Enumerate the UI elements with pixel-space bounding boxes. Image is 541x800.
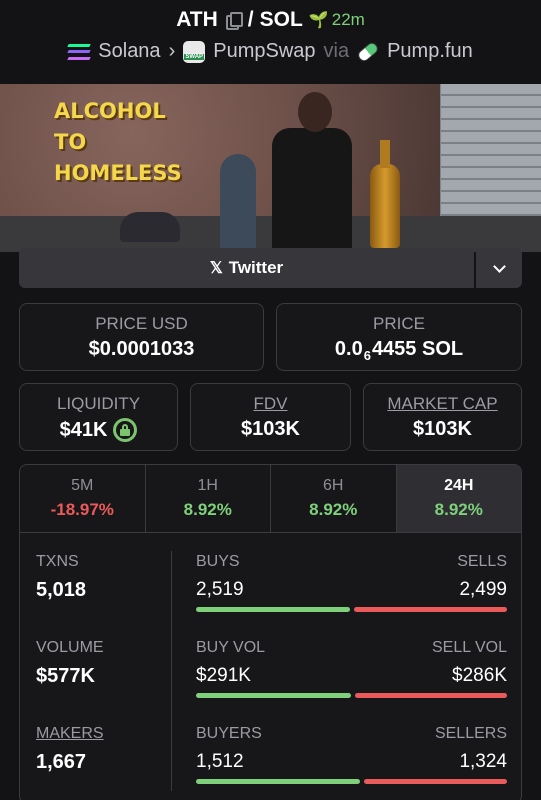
pair-header: ATH / SOL 🌱 22m Solana › PumpSwap via Pu… [0,0,541,82]
market-cap-label[interactable]: MARKET CAP [364,394,521,414]
buy-vol-value: $291K [196,665,251,686]
liquidity-value-row: $41K [20,418,177,442]
links-dropdown-button[interactable] [476,248,522,288]
banner-person-back [220,154,256,252]
sells-bar-fill [354,607,507,612]
price-native-label: PRICE [373,314,425,333]
price-native-value: 0.064455 SOL [277,338,521,363]
sellers-label: SELLERS [434,725,507,742]
tab-5m[interactable]: 5M -18.97% [20,465,146,532]
solana-icon [67,43,91,60]
volume-ratio-bar [196,693,507,698]
buyers-label: BUYERS [196,725,262,742]
sells-value: 2,499 [459,579,507,600]
lock-icon[interactable] [113,418,138,442]
price-usd-value: $0.0001033 [88,338,195,360]
sell-vol-value: $286K [452,665,507,686]
copy-icon[interactable] [225,12,243,30]
makers-row: MAKERS 1,667 BUYERS SELLERS 1,512 1,324 [20,725,521,800]
makers-ratio-bar [196,779,507,784]
tab-6h-label: 6H [323,477,344,494]
pumpswap-icon [183,40,206,63]
social-links-bar: 𝕏 Twitter [19,248,522,288]
chain-link[interactable]: Solana [98,40,160,63]
banner-person-sitting [120,212,180,242]
banner-caption-line3: HOMELESS [54,161,182,185]
banner-caption-line2: TO [54,130,87,154]
txns-row: TXNS 5,018 BUYS SELLS 2,519 2,499 [20,553,521,639]
price-native-prefix: 0.0 [334,338,363,360]
liquidity-card: LIQUIDITY $41K [19,383,178,451]
banner-person-head [298,92,332,132]
chevron-down-icon [492,259,506,273]
twitter-label: Twitter [228,258,284,277]
breadcrumb: Solana › PumpSwap via Pump.fun [0,39,541,64]
sprout-icon: 🌱 [308,12,329,29]
buys-bar-fill [196,607,351,612]
fdv-value: $103K [241,418,300,440]
banner-person-main [272,128,352,252]
pair-age: 🌱 22m [309,10,365,30]
sell-vol-bar-fill [354,693,507,698]
fdv-card: FDV $103K [190,383,351,451]
volume-label: VOLUME [36,639,104,656]
buys-value: 2,519 [196,579,244,600]
tab-1h[interactable]: 1H 8.92% [146,465,271,532]
tab-5m-change: -18.97% [50,500,114,519]
price-native-card: PRICE 0.064455 SOL [276,303,522,371]
pair-title: ATH / SOL 🌱 22m [0,8,541,32]
dex-link[interactable]: PumpSwap [213,40,315,63]
tab-5m-label: 5M [71,477,94,494]
market-cap-card: MARKET CAP $103K [363,383,522,451]
sell-vol-label: SELL VOL [431,639,507,656]
pumpfun-icon [355,39,381,64]
volume-row: VOLUME $577K BUY VOL SELL VOL $291K $286… [20,639,521,725]
banner-ground [0,216,541,252]
twitter-button[interactable]: 𝕏 Twitter [19,248,474,288]
tab-1h-change: 8.92% [183,500,232,519]
tab-1h-label: 1H [197,477,218,494]
tab-24h[interactable]: 24H 8.92% [396,465,521,532]
tab-6h-change: 8.92% [309,500,358,519]
pair-age-value: 22m [331,10,365,29]
price-native-suffix: 4455 SOL [371,338,464,360]
fdv-label[interactable]: FDV [191,394,350,414]
buyers-value: 1,512 [196,751,244,772]
price-usd-card: PRICE USD $0.0001033 [19,303,264,371]
token-banner-image: ALCOHOL TO HOMELESS [0,84,541,252]
sellers-bar-fill [363,779,507,784]
buy-vol-label: BUY VOL [196,639,266,656]
via-label: via [323,40,350,62]
sells-label: SELLS [457,553,507,570]
tab-24h-change: 8.92% [434,500,483,519]
makers-label[interactable]: MAKERS [36,725,104,743]
buyers-bar-fill [196,779,360,784]
base-symbol: ATH [176,8,218,31]
bottle-image [370,140,400,248]
txns-ratio-bar [196,607,507,612]
buys-label: BUYS [196,553,240,570]
tab-6h[interactable]: 6H 8.92% [271,465,397,532]
liquidity-label: LIQUIDITY [56,394,141,413]
pair-separator: / [247,8,254,31]
x-icon: 𝕏 [209,260,223,277]
banner-caption: ALCOHOL TO HOMELESS [54,96,182,189]
timeframe-tabs: 5M -18.97% 1H 8.92% 6H 8.92% 24H 8.92% [20,465,521,533]
liquidity-value: $41K [59,418,108,441]
quote-symbol: SOL [259,8,303,31]
chevron-right-icon: › [168,40,176,62]
stats-panel: 5M -18.97% 1H 8.92% 6H 8.92% 24H 8.92% T… [19,464,522,800]
tab-24h-label: 24H [444,477,474,494]
buy-vol-bar-fill [196,693,351,698]
txns-label: TXNS [36,553,79,570]
price-usd-label: PRICE USD [95,314,188,333]
banner-caption-line1: ALCOHOL [54,99,166,123]
makers-value: 1,667 [36,751,87,773]
launchpad-link[interactable]: Pump.fun [387,40,473,63]
market-cap-value: $103K [413,418,472,440]
volume-value: $577K [36,665,95,687]
sellers-value: 1,324 [459,751,507,772]
txns-value: 5,018 [36,579,87,601]
price-native-subscript: 6 [363,348,371,363]
